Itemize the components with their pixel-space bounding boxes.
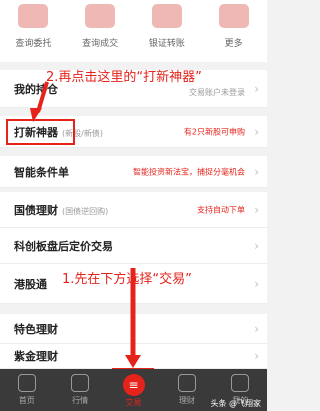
tab-wealth[interactable]: 理财 [160,369,213,411]
tab-label: 交易 [125,398,142,407]
tab-home[interactable]: 首页 [0,369,53,411]
arrow-to-ipo-tool [36,81,49,113]
home-icon [17,374,36,392]
tab-label: 行情 [72,396,89,405]
tab-market[interactable]: 行情 [53,369,106,411]
annotation-arrows [6,81,154,411]
tab-label: 首页 [18,396,35,405]
arrow-head-down [125,355,141,368]
watermark: 头条 @飞翔家 [210,399,261,408]
profile-icon [231,374,250,392]
tab-trade[interactable]: ≡ 交易 [106,369,161,411]
ipo-tool-highlight-box [6,119,75,145]
wealth-icon [177,374,196,392]
market-icon [71,374,90,392]
tab-label: 理财 [178,396,195,405]
trade-icon: ≡ [122,374,145,396]
